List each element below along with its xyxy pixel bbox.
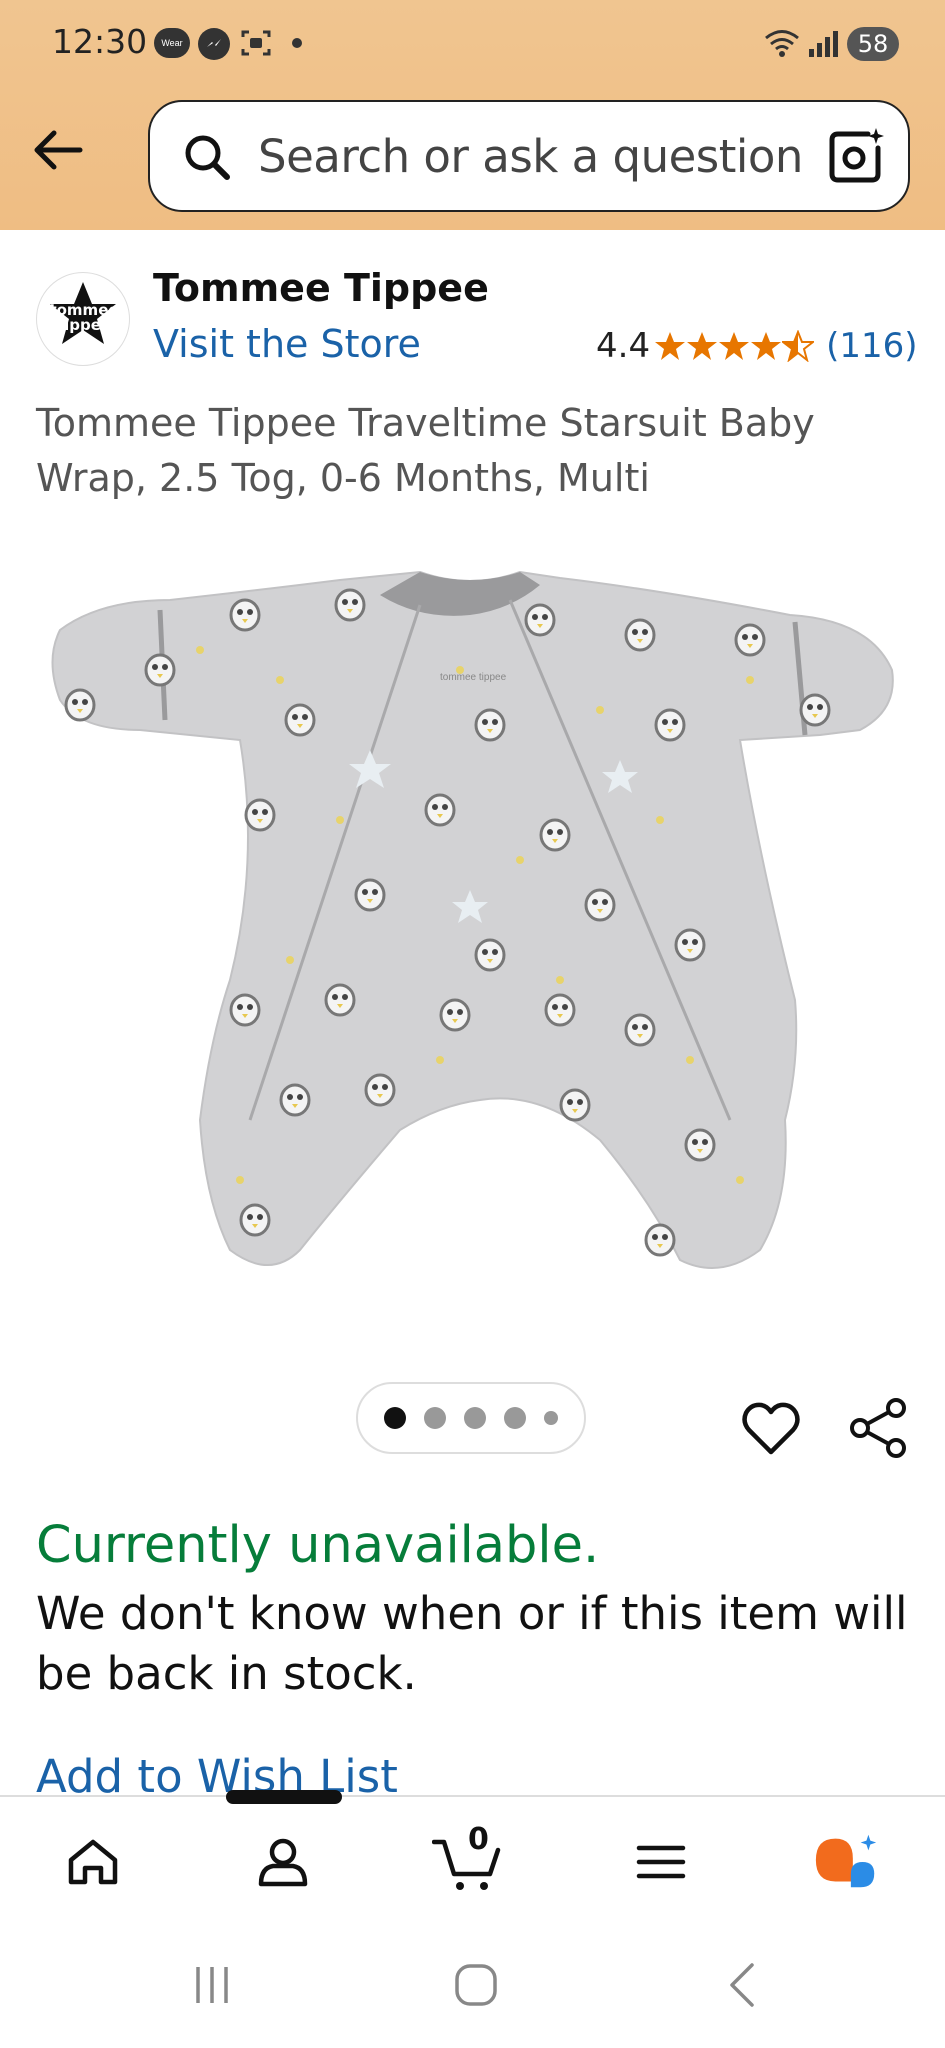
header-area: 12:30 Wear 58 Search or ask a question	[0, 0, 945, 230]
star-icon	[751, 332, 782, 360]
star-icon	[655, 332, 686, 360]
back-arrow-icon[interactable]	[28, 120, 88, 180]
brand-logo[interactable]: tommee tippee	[36, 272, 130, 366]
rufus-icon[interactable]	[812, 1827, 882, 1897]
star-icon	[719, 332, 750, 360]
share-icon[interactable]	[846, 1396, 910, 1460]
half-star-icon	[782, 330, 815, 362]
rating-summary[interactable]: 4.4 (116)	[596, 326, 918, 366]
battery-indicator: 58	[847, 27, 899, 61]
signal-icon	[806, 28, 842, 58]
carousel-dot-5[interactable]	[544, 1411, 558, 1425]
cart-count-badge: 0	[468, 1822, 489, 1857]
brand-name: Tommee Tippee	[153, 266, 489, 310]
product-image[interactable]: tommee tippee	[40, 560, 900, 1280]
star-rating	[654, 330, 815, 362]
carousel-dot-2[interactable]	[424, 1407, 446, 1429]
sheet-handle[interactable]	[226, 1790, 342, 1804]
product-title: Tommee Tippee Traveltime Starsuit Baby W…	[36, 401, 815, 500]
notification-dot-icon	[292, 38, 302, 48]
star-icon	[687, 332, 718, 360]
heart-icon[interactable]	[740, 1398, 802, 1460]
rating-value: 4.4	[596, 326, 651, 366]
recent-apps-icon[interactable]	[182, 1960, 242, 2010]
camera-lens-icon[interactable]	[826, 126, 886, 186]
image-carousel-indicator[interactable]	[356, 1382, 586, 1454]
search-input[interactable]: Search or ask a question	[258, 130, 803, 183]
product-image-label: tommee tippee	[440, 672, 507, 683]
menu-icon[interactable]	[626, 1827, 696, 1897]
rating-count: (116)	[826, 326, 918, 366]
search-bar[interactable]: Search or ask a question	[148, 100, 910, 212]
home-icon[interactable]	[58, 1827, 128, 1897]
account-icon[interactable]	[248, 1827, 318, 1897]
bottom-navigation	[0, 1795, 945, 1922]
search-icon	[182, 132, 232, 182]
visit-store-link[interactable]: Visit the Store	[153, 322, 421, 366]
system-back-icon[interactable]	[712, 1960, 772, 2010]
system-navigation-bar	[0, 1920, 945, 2048]
carousel-dot-4[interactable]	[504, 1407, 526, 1429]
status-time: 12:30	[52, 22, 148, 61]
carousel-dot-3[interactable]	[464, 1407, 486, 1429]
home-button-icon[interactable]	[446, 1960, 506, 2010]
status-bar: 12:30 Wear 58	[0, 0, 945, 90]
carousel-dot-1[interactable]	[384, 1407, 406, 1429]
logo-text-line2: tippee	[56, 316, 112, 334]
screenshot-icon	[240, 28, 272, 58]
availability-status: Currently unavailable.	[36, 1516, 600, 1575]
add-to-wishlist-link[interactable]: Add to Wish List	[36, 1750, 398, 1796]
availability-description: We don't know when or if this item will …	[36, 1587, 908, 1700]
messenger-icon	[198, 28, 230, 60]
wifi-icon	[762, 28, 802, 58]
cart-icon[interactable]	[432, 1827, 502, 1897]
wear-icon: Wear	[154, 28, 190, 58]
